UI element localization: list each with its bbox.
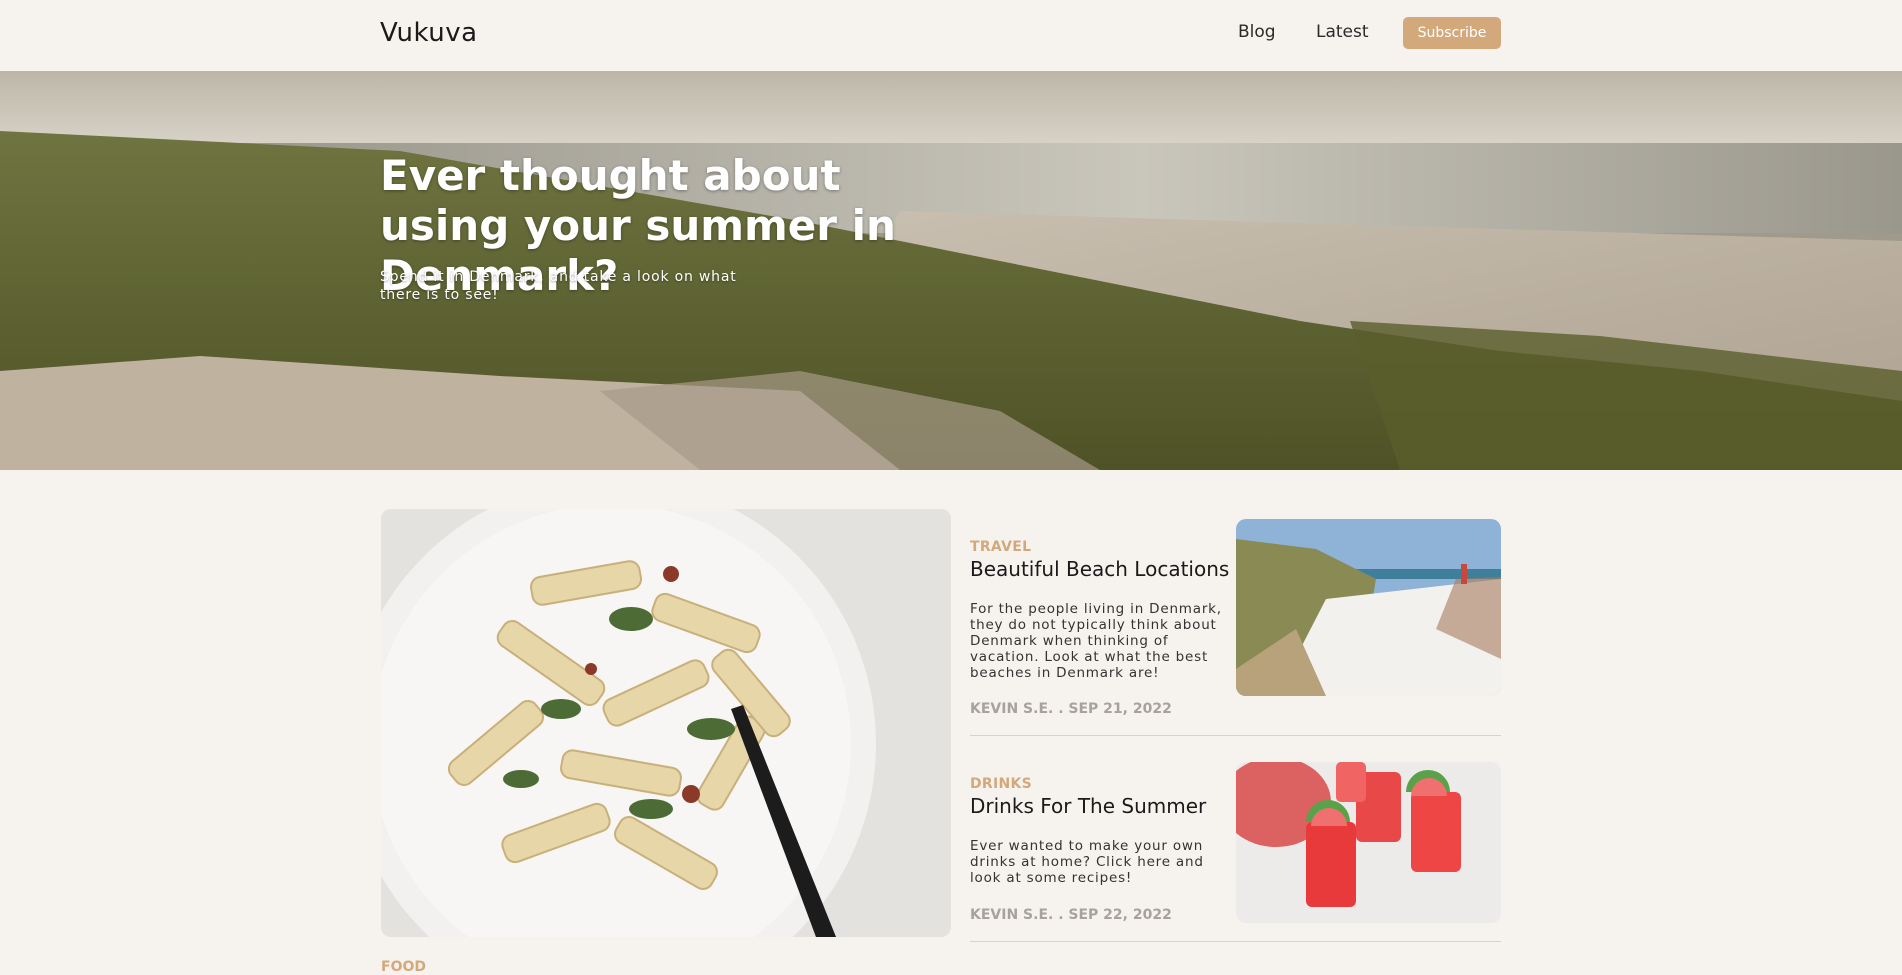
post-thumbnail-drinks[interactable] (1236, 762, 1501, 923)
post-meta: KEVIN S.E. . SEP 21, 2022 (970, 701, 1172, 717)
post-title[interactable]: Drinks For The Summer (970, 794, 1206, 818)
featured-pasta-image[interactable] (381, 509, 951, 937)
post-excerpt: Ever wanted to make your own drinks at h… (970, 838, 1204, 886)
post-meta: KEVIN S.E. . SEP 22, 2022 (970, 907, 1172, 923)
hero-banner: Ever thought about using your summer in … (0, 71, 1902, 470)
post-category[interactable]: TRAVEL (970, 539, 1031, 555)
post-card-drinks[interactable]: DRINKS Drinks For The Summer Ever wanted… (970, 762, 1501, 942)
post-title[interactable]: Beautiful Beach Locations (970, 557, 1229, 581)
site-logo[interactable]: Vukuva (380, 18, 478, 48)
post-card-beach[interactable]: TRAVEL Beautiful Beach Locations For the… (970, 519, 1501, 736)
site-header: Vukuva Blog Latest Subscribe (0, 0, 1902, 71)
nav-latest-link[interactable]: Latest (1316, 22, 1369, 42)
post-category[interactable]: DRINKS (970, 776, 1032, 792)
subscribe-button[interactable]: Subscribe (1403, 17, 1501, 49)
section-category-food[interactable]: FOOD (381, 959, 426, 975)
post-thumbnail-beach[interactable] (1236, 519, 1501, 696)
hero-subtitle: Spend it in Denmark, and take a look on … (380, 269, 737, 303)
nav-blog-link[interactable]: Blog (1238, 22, 1276, 42)
post-excerpt: For the people living in Denmark, they d… (970, 601, 1222, 681)
